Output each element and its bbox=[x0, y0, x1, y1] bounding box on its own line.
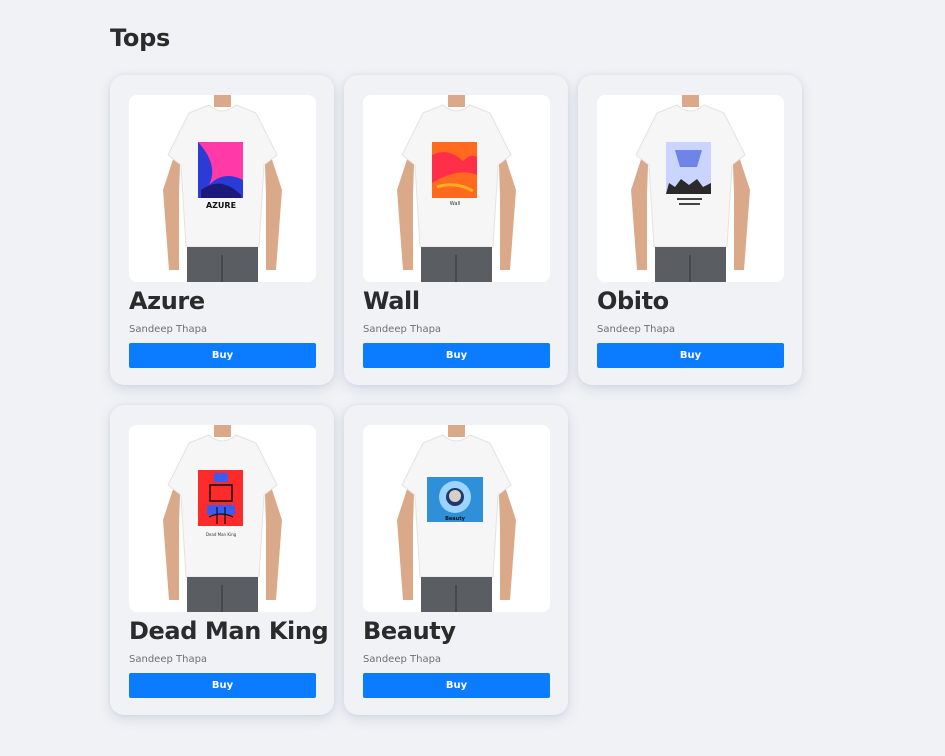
buy-button[interactable]: Buy bbox=[597, 343, 784, 368]
product-card-beauty: Beauty Beauty Sandeep Thapa Buy bbox=[344, 405, 568, 715]
print-caption: AZURE bbox=[206, 201, 236, 210]
buy-button[interactable]: Buy bbox=[129, 343, 316, 368]
artist-name: Sandeep Thapa bbox=[129, 324, 208, 335]
page-title: Tops bbox=[110, 24, 170, 52]
artist-name: Sandeep Thapa bbox=[363, 654, 442, 665]
print-caption: Wall bbox=[450, 201, 460, 207]
product-card-obito: Obito Sandeep Thapa Buy bbox=[578, 75, 802, 385]
product-image[interactable]: Dead Man King bbox=[129, 425, 316, 612]
buy-button[interactable]: Buy bbox=[363, 673, 550, 698]
tshirt-illustration: Beauty bbox=[363, 425, 550, 612]
shirt-print bbox=[198, 470, 243, 526]
product-name: Azure bbox=[129, 287, 205, 315]
product-card-wall: Wall Wall Sandeep Thapa Buy bbox=[344, 75, 568, 385]
product-name: Dead Man King bbox=[129, 617, 329, 645]
shirt-print bbox=[432, 142, 477, 198]
shirt-print bbox=[666, 142, 711, 194]
tshirt-illustration: Dead Man King bbox=[129, 425, 316, 612]
product-image[interactable]: Beauty bbox=[363, 425, 550, 612]
product-image[interactable]: AZURE bbox=[129, 95, 316, 282]
product-name: Obito bbox=[597, 287, 669, 315]
product-card-azure: AZURE Azure Sandeep Thapa Buy bbox=[110, 75, 334, 385]
product-card-dead-man-king: Dead Man King Dead Man King Sandeep Thap… bbox=[110, 405, 334, 715]
shirt-print bbox=[198, 142, 243, 198]
product-image[interactable] bbox=[597, 95, 784, 282]
product-name: Wall bbox=[363, 287, 420, 315]
artist-name: Sandeep Thapa bbox=[363, 324, 442, 335]
artist-name: Sandeep Thapa bbox=[597, 324, 676, 335]
buy-button[interactable]: Buy bbox=[363, 343, 550, 368]
artist-name: Sandeep Thapa bbox=[129, 654, 208, 665]
tshirt-illustration bbox=[597, 95, 784, 282]
print-caption: Beauty bbox=[445, 516, 466, 522]
buy-button[interactable]: Buy bbox=[129, 673, 316, 698]
print-caption: Dead Man King bbox=[206, 532, 237, 537]
tshirt-illustration: AZURE bbox=[129, 95, 316, 282]
product-name: Beauty bbox=[363, 617, 456, 645]
product-image[interactable]: Wall bbox=[363, 95, 550, 282]
tshirt-illustration: Wall bbox=[363, 95, 550, 282]
